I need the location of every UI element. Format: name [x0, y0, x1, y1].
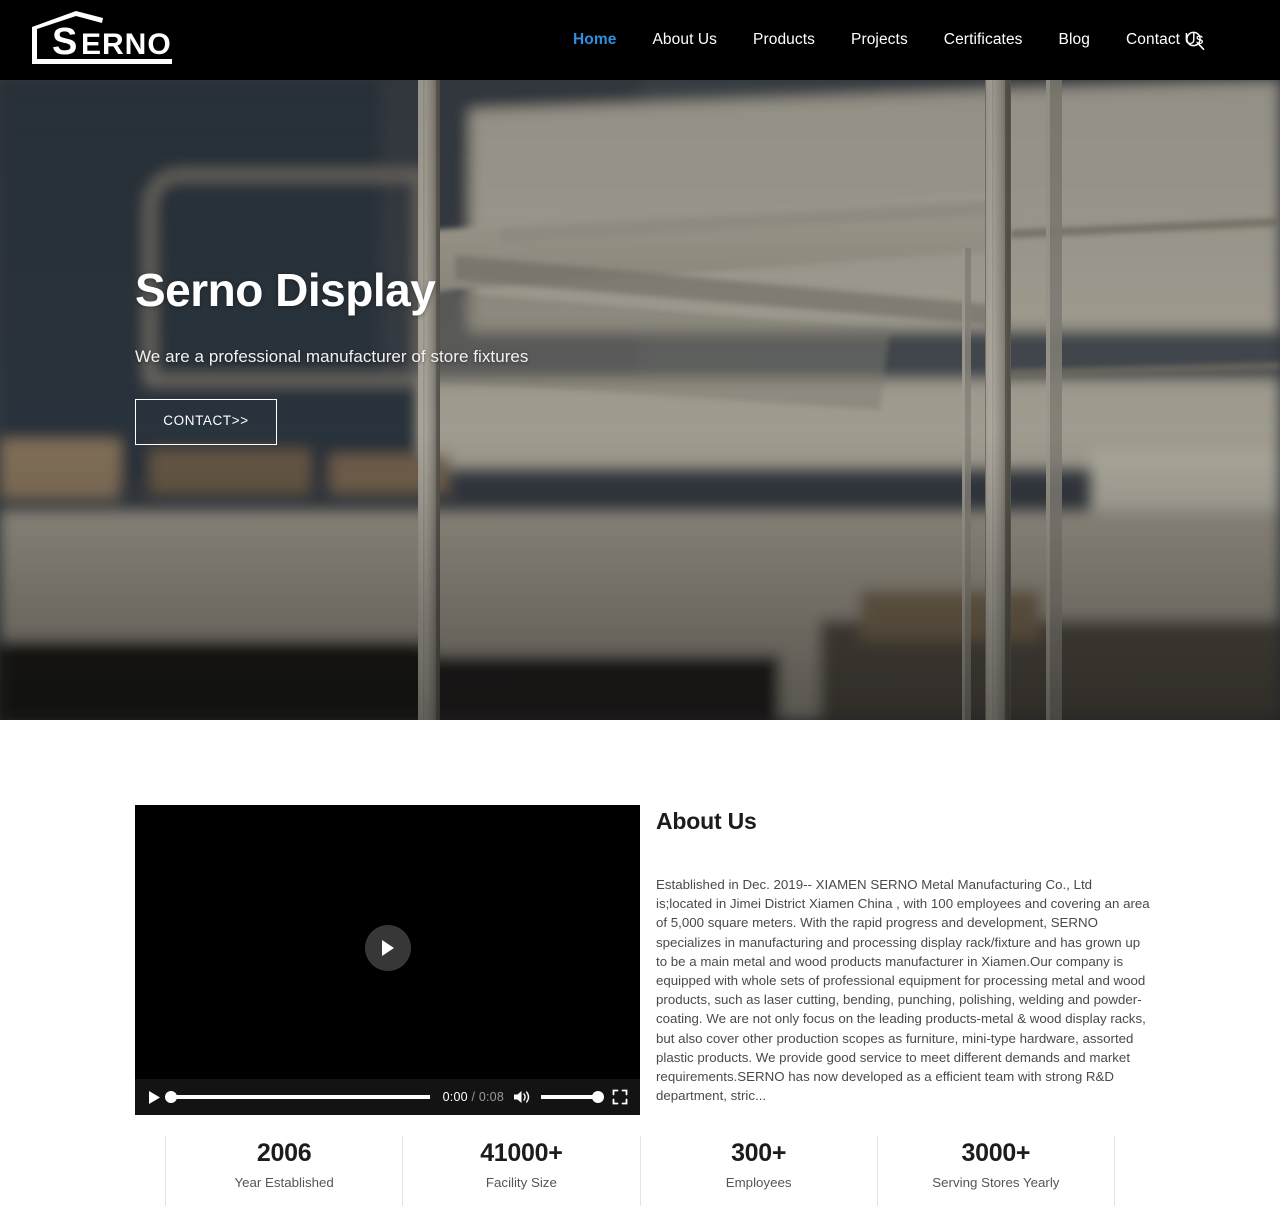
nav-item-products[interactable]: Products	[735, 26, 833, 54]
video-play-icon[interactable]	[147, 1090, 161, 1105]
nav-item-about-us[interactable]: About Us	[634, 26, 735, 54]
video-current-time: 0:00	[442, 1090, 468, 1104]
search-glyph-icon	[1186, 31, 1205, 51]
nav-item-blog[interactable]: Blog	[1041, 26, 1108, 54]
stat-item-facility-size: 41000+ Facility Size	[402, 1136, 639, 1206]
stat-label: Facility Size	[485, 1175, 557, 1190]
main-navigation: Home About Us Products Projects Certific…	[555, 0, 1222, 80]
stat-value: 3000+	[961, 1139, 1031, 1167]
video-duration: 0:08	[478, 1090, 504, 1104]
stat-label: Employees	[725, 1175, 792, 1190]
nav-item-home[interactable]: Home	[555, 26, 634, 54]
stat-item-serving-stores: 3000+ Serving Stores Yearly	[876, 1136, 1115, 1206]
volume-knob[interactable]	[592, 1091, 604, 1103]
about-section: 0:00 / 0:08 About Us Established in Dec.…	[0, 720, 1280, 1206]
nav-item-projects[interactable]: Projects	[833, 26, 926, 54]
about-heading: About Us	[656, 808, 757, 834]
stat-value: 41000+	[480, 1139, 563, 1167]
search-icon[interactable]	[1180, 26, 1210, 56]
video-time-separator: /	[471, 1090, 476, 1104]
svg-text:S: S	[52, 21, 77, 63]
video-controls-bar: 0:00 / 0:08	[135, 1079, 640, 1115]
fullscreen-icon[interactable]	[612, 1089, 628, 1105]
play-button-icon[interactable]	[364, 924, 411, 971]
svg-text:ERNO: ERNO	[81, 28, 172, 61]
volume-icon[interactable]	[513, 1089, 532, 1105]
stat-label: Serving Stores Yearly	[932, 1175, 1060, 1190]
house-outline-logo-icon: S ERNO	[32, 11, 172, 64]
hero-content: Serno Display We are a professional manu…	[135, 264, 755, 446]
video-progress-knob[interactable]	[165, 1091, 177, 1103]
site-header: S ERNO Home About Us Products Projects C…	[0, 0, 1280, 80]
about-body-text: Established in Dec. 2019-- XIAMEN SERNO …	[656, 877, 1150, 1104]
stat-value: 300+	[731, 1139, 787, 1167]
stat-label: Year Established	[234, 1175, 334, 1190]
hero-contact-button[interactable]: CONTACT>>	[135, 399, 277, 446]
stat-value: 2006	[256, 1139, 312, 1167]
site-logo[interactable]: S ERNO	[24, 10, 182, 70]
company-stats: 2006 Year Established 41000+ Facility Si…	[165, 1136, 1115, 1206]
play-small-icon	[149, 1090, 160, 1104]
about-video-player[interactable]: 0:00 / 0:08	[135, 805, 640, 1115]
hero-banner: Serno Display We are a professional manu…	[0, 80, 1280, 720]
nav-item-certificates[interactable]: Certificates	[926, 26, 1041, 54]
hero-subtitle: We are a professional manufacturer of st…	[135, 347, 529, 367]
play-triangle-icon	[382, 939, 394, 956]
speaker-icon	[514, 1091, 530, 1103]
volume-slider[interactable]	[541, 1091, 604, 1103]
fullscreen-arrows-icon	[612, 1089, 628, 1105]
video-time-display: 0:00 / 0:08	[443, 1090, 504, 1104]
video-progress-slider[interactable]	[165, 1091, 430, 1103]
stat-item-year-established: 2006 Year Established	[165, 1136, 402, 1206]
about-text-block: About Us Established in Dec. 2019-- XIAM…	[656, 808, 1151, 1105]
hero-title: Serno Display	[135, 264, 436, 316]
stat-item-employees: 300+ Employees	[639, 1136, 877, 1206]
